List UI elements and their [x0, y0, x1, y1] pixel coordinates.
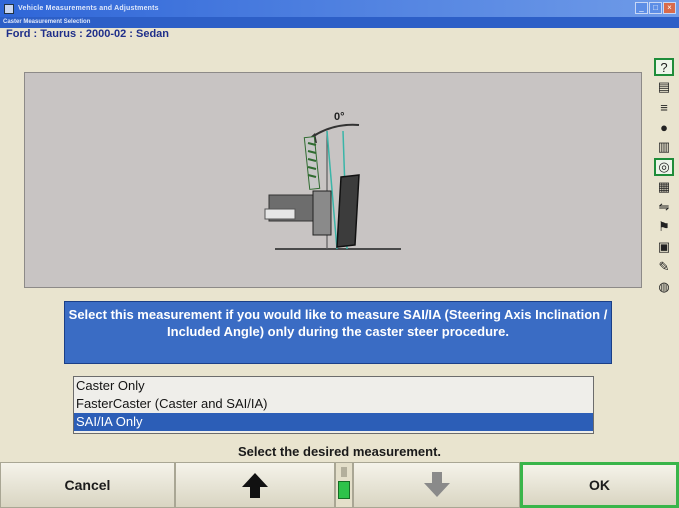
down-arrow-button[interactable]: [353, 462, 520, 508]
measurement-options-list[interactable]: Caster Only FasterCaster (Caster and SAI…: [73, 376, 594, 434]
window-title: Vehicle Measurements and Adjustments: [18, 5, 159, 12]
up-arrow-button[interactable]: [175, 462, 335, 508]
lower-arm: [264, 208, 296, 220]
angle-label: 0°: [334, 111, 345, 123]
indicator-fill: [338, 481, 350, 499]
angle-arc: [311, 123, 360, 138]
ok-button[interactable]: OK: [520, 462, 679, 508]
down-arrow-icon: [423, 472, 450, 497]
help-icon[interactable]: ?: [654, 58, 674, 76]
adjust-icon[interactable]: ⇋: [654, 198, 674, 216]
option-fastercaster[interactable]: FasterCaster (Caster and SAI/IA): [74, 395, 593, 413]
up-arrow-icon: [242, 473, 268, 498]
alignment-icon[interactable]: ▦: [654, 178, 674, 196]
vehicle-label: Ford : Taurus : 2000-02 : Sedan: [6, 28, 170, 40]
info-message: Select this measurement if you would lik…: [64, 301, 612, 364]
close-button[interactable]: ×: [663, 2, 676, 14]
flag-icon[interactable]: ⚑: [654, 218, 674, 236]
minimize-button[interactable]: _: [635, 2, 648, 14]
caster-illustration: 0°: [24, 72, 642, 288]
right-toolbar: ? ▤ ≡ ● ▥ ◎ ▦ ⇋ ⚑ ▣ ✎ ◍: [652, 58, 676, 348]
gauge-icon[interactable]: ▥: [654, 138, 674, 156]
wheel-icon[interactable]: ●: [654, 118, 674, 136]
tool-icon[interactable]: ✎: [654, 258, 674, 276]
option-sai-ia-only[interactable]: SAI/IA Only: [74, 413, 593, 431]
indicator-tick: [341, 467, 347, 477]
knuckle: [312, 190, 332, 236]
print-icon[interactable]: ▣: [654, 238, 674, 256]
window-titlebar: Vehicle Measurements and Adjustments _ □…: [0, 0, 679, 17]
app-icon: [4, 3, 14, 14]
maximize-button[interactable]: □: [649, 2, 662, 14]
scroll-position-indicator: [335, 462, 353, 508]
cancel-label: Cancel: [64, 477, 111, 493]
prompt-text: Select the desired measurement.: [237, 444, 442, 459]
option-caster-only[interactable]: Caster Only: [74, 377, 593, 395]
tire: [336, 174, 360, 248]
screen-subtitle: Caster Measurement Selection: [0, 17, 679, 28]
target-icon[interactable]: ◎: [654, 158, 674, 176]
spec-icon[interactable]: ≡: [654, 98, 674, 116]
bottom-button-bar: Cancel OK: [0, 462, 679, 508]
caster-diagram-svg: 0°: [264, 111, 401, 250]
globe-icon[interactable]: ◍: [654, 278, 674, 296]
ruler-icon[interactable]: ▤: [654, 78, 674, 96]
cancel-button[interactable]: Cancel: [0, 462, 175, 508]
ok-label: OK: [589, 477, 610, 493]
